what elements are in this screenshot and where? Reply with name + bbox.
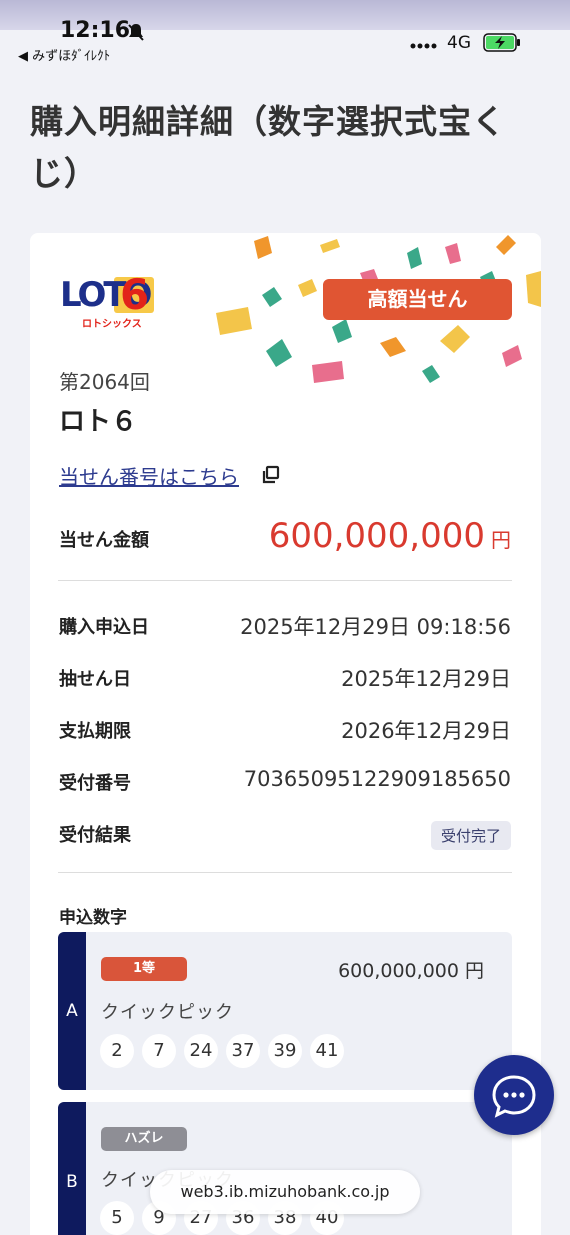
receipt-number-value: 7036509512290918565​0 (243, 767, 511, 791)
selected-number: 39 (268, 1034, 302, 1068)
selected-number: 2 (100, 1034, 134, 1068)
rank-badge: 1等 (101, 957, 187, 981)
signal-icon (410, 43, 437, 49)
prize-amount-unit: 円 (491, 528, 511, 552)
purchase-date-value: 2025年12月29日 09:18:56 (240, 615, 511, 639)
network-type: 4G (447, 33, 471, 53)
divider (58, 872, 512, 873)
payment-deadline-value: 2026年12月29日 (341, 719, 511, 743)
divider (58, 580, 512, 581)
pick-method: クイックピック (101, 1002, 234, 1023)
page-title: 購入明細詳細（数字選択式宝くじ） (30, 102, 506, 193)
draw-round: 第2064回 (59, 370, 150, 394)
chat-bubble-icon (492, 1075, 536, 1118)
selected-number: 5 (100, 1201, 134, 1235)
entry-b: B ハズレ クイックピック 5 9 27 36 38 40 (58, 1102, 512, 1235)
bell-slash-icon (128, 24, 144, 41)
chat-button[interactable] (474, 1055, 554, 1135)
game-name: ロト６ (59, 407, 138, 437)
status-badge: 受付完了 (430, 821, 511, 850)
prize-amount-value: 600,000,000 (268, 516, 485, 556)
status-bar: 12:16 ◀ みずほﾀﾞｲﾚｸﾄ 4G (0, 0, 570, 70)
receipt-number-label: 受付番号 (59, 773, 131, 794)
high-prize-badge: 高額当せん (323, 279, 512, 320)
entries-section-label: 申込数字 (59, 908, 127, 928)
draw-date-label: 抽せん日 (59, 669, 131, 690)
winning-numbers-link[interactable]: 当せん番号はこちら (59, 461, 239, 490)
logo-subtitle: ロトシックス (82, 319, 142, 330)
draw-date-value: 2025年12月29日 (341, 667, 511, 691)
ticket-card: LOTO 6 ロトシックス 高額当せん 第2064回 ロト６ 当せん番号はこちら… (30, 233, 541, 1235)
loto6-logo: LOTO 6 ロトシックス (60, 270, 156, 330)
prize-amount: 600,000,000 円 (269, 516, 511, 556)
battery-charging-icon (483, 33, 520, 52)
rank-badge: ハズレ (101, 1127, 187, 1151)
logo-number: 6 (120, 270, 150, 319)
selected-number: 37 (226, 1034, 260, 1068)
selected-number: 24 (184, 1034, 218, 1068)
purchase-date-label: 購入申込日 (59, 617, 149, 638)
external-link-icon[interactable] (261, 465, 281, 485)
entry-letter: A (66, 1001, 78, 1021)
number-list: 2 7 24 37 39 41 (100, 1034, 344, 1068)
payment-deadline-label: 支払期限 (59, 721, 131, 742)
receipt-result-label: 受付結果 (59, 825, 131, 846)
entry-letter: B (66, 1172, 78, 1192)
entry-prize: 600,000,000 円 (338, 960, 484, 982)
status-time: 12:16 (60, 18, 131, 43)
prize-amount-label: 当せん金額 (59, 530, 149, 551)
browser-url-bar[interactable]: web3.ib.mizuhobank.co.jp (150, 1170, 420, 1214)
selected-number: 7 (142, 1034, 176, 1068)
selected-number: 41 (310, 1034, 344, 1068)
entry-a: A 1等 600,000,000 円 クイックピック 2 7 24 37 39 … (58, 932, 512, 1090)
back-to-app-link[interactable]: ◀ みずほﾀﾞｲﾚｸﾄ (18, 45, 110, 64)
